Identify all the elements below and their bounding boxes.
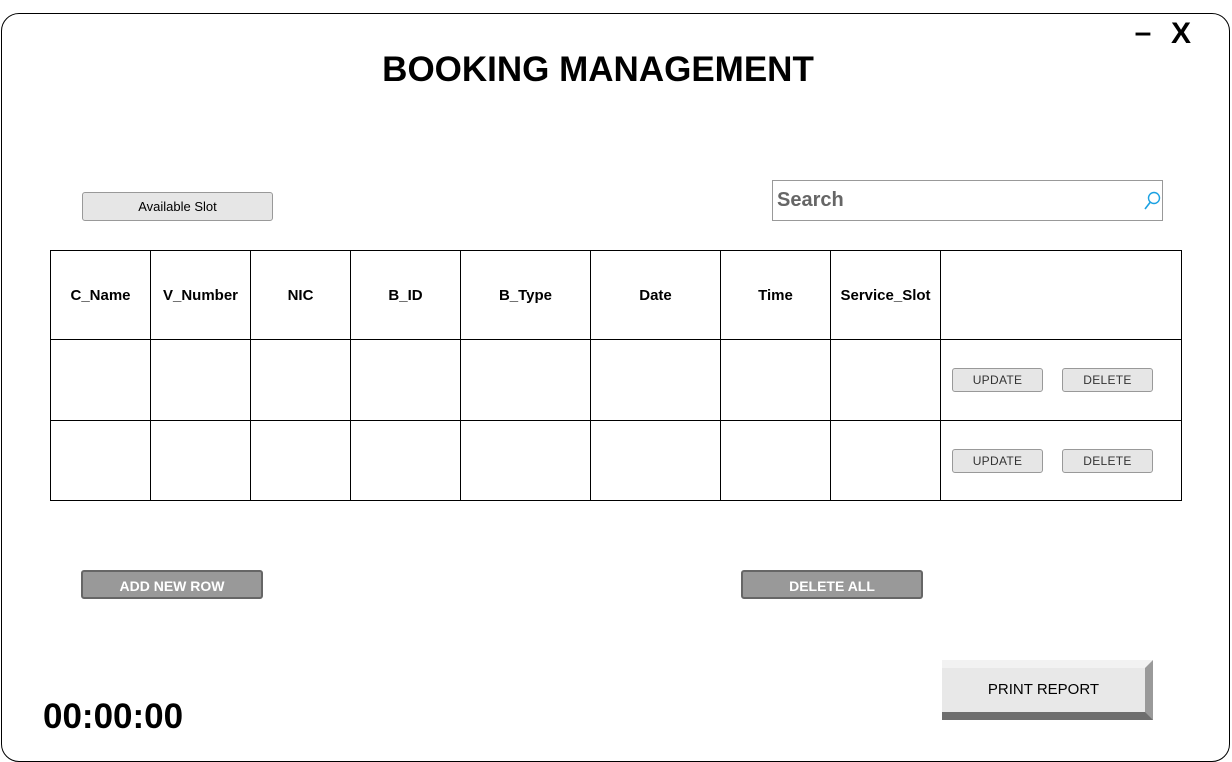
timer-display: 00:00:00 (43, 697, 184, 736)
table-cell[interactable] (590, 339, 721, 421)
search-box[interactable] (772, 180, 1163, 221)
delete-all-button[interactable]: DELETE ALL (741, 570, 923, 599)
column-header-date: Date (590, 250, 721, 340)
update-button[interactable]: UPDATE (952, 368, 1043, 392)
column-header-b-type: B_Type (460, 250, 591, 340)
table-cell[interactable] (350, 339, 461, 421)
close-button[interactable]: X (1166, 18, 1196, 50)
table-cell[interactable] (590, 420, 721, 501)
update-button[interactable]: UPDATE (952, 448, 1043, 473)
available-slot-button[interactable]: Available Slot (82, 192, 273, 221)
print-report-button[interactable]: PRINT REPORT (942, 660, 1153, 720)
table-cell[interactable] (350, 420, 461, 501)
row-actions-cell: UPDATE DELETE (940, 420, 1182, 501)
page-title: BOOKING MANAGEMENT (382, 50, 814, 89)
add-new-row-button[interactable]: ADD NEW ROW (81, 570, 263, 599)
table-row: UPDATE DELETE (50, 339, 1182, 421)
table-cell[interactable] (250, 420, 351, 501)
minimize-button[interactable]: – (1130, 18, 1156, 48)
table-cell[interactable] (460, 420, 591, 501)
table-cell[interactable] (50, 420, 151, 501)
column-header-nic: NIC (250, 250, 351, 340)
column-header-actions (940, 250, 1182, 340)
table-header-row: C_Name V_Number NIC B_ID B_Type Date Tim… (50, 250, 1182, 340)
booking-table: C_Name V_Number NIC B_ID B_Type Date Tim… (50, 250, 1182, 501)
search-input[interactable] (777, 188, 1127, 212)
table-cell[interactable] (720, 420, 831, 501)
delete-button[interactable]: DELETE (1062, 368, 1153, 392)
column-header-c-name: C_Name (50, 250, 151, 340)
table-cell[interactable] (830, 339, 941, 421)
table-cell[interactable] (460, 339, 591, 421)
column-header-service-slot: Service_Slot (830, 250, 941, 340)
table-cell[interactable] (830, 420, 941, 501)
column-header-b-id: B_ID (350, 250, 461, 340)
table-cell[interactable] (250, 339, 351, 421)
delete-button[interactable]: DELETE (1062, 448, 1153, 473)
search-icon[interactable] (1142, 190, 1162, 212)
row-actions-cell: UPDATE DELETE (940, 339, 1182, 421)
table-cell[interactable] (50, 339, 151, 421)
column-header-v-number: V_Number (150, 250, 251, 340)
table-cell[interactable] (720, 339, 831, 421)
table-cell[interactable] (150, 339, 251, 421)
table-cell[interactable] (150, 420, 251, 501)
column-header-time: Time (720, 250, 831, 340)
table-row: UPDATE DELETE (50, 420, 1182, 501)
